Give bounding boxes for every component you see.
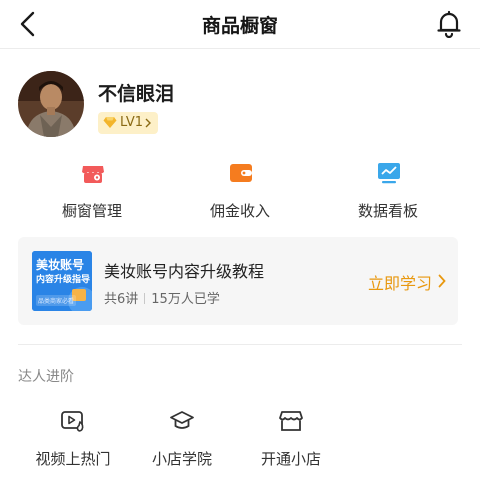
level-badge[interactable]: LV1 (98, 112, 158, 134)
quick-action-label: 橱窗管理 (61, 202, 122, 220)
tool-label: 视频上热门 (35, 450, 111, 468)
shop-gear-icon (82, 166, 104, 183)
quick-action-data-board[interactable]: 数据看板 (318, 160, 458, 222)
quick-action-label: 数据看板 (357, 202, 418, 220)
course-lessons: 共6讲 (104, 292, 139, 307)
bell-icon (437, 10, 461, 39)
chart-board-icon (378, 163, 400, 184)
tool-video-trending[interactable]: 视频上热门 (18, 408, 128, 468)
thumbnail-subtitle: 内容升级指导 (36, 275, 91, 285)
thumbnail-tag: 品类商家必看 (36, 295, 77, 306)
wallet-icon (230, 164, 252, 182)
section-divider (18, 344, 462, 345)
video-fire-icon (61, 411, 84, 432)
chevron-right-icon (438, 274, 446, 288)
quick-action-commission[interactable]: 佣金收入 (170, 160, 310, 222)
notification-button[interactable] (436, 10, 462, 39)
course-thumbnail: 美妆账号 内容升级指导 品类商家必看 (32, 251, 92, 311)
top-nav-bar: 商品橱窗 (0, 0, 480, 49)
username: 不信眼泪 (98, 83, 175, 105)
course-title: 美妆账号内容升级教程 (104, 262, 265, 281)
quick-action-label: 佣金收入 (209, 202, 270, 220)
learn-now-label: 立即学习 (368, 274, 433, 293)
learn-now-button[interactable]: 立即学习 (368, 270, 448, 293)
tool-label: 小店学院 (151, 450, 212, 468)
meta-divider (144, 293, 146, 304)
chevron-right-icon (145, 118, 151, 128)
course-meta: 共6讲 15万人已学 (104, 288, 220, 307)
quick-action-showcase-manage[interactable]: 橱窗管理 (22, 160, 162, 222)
course-learners: 15万人已学 (151, 292, 220, 307)
diamond-icon (103, 117, 117, 128)
thumbnail-title: 美妆账号 (36, 258, 85, 272)
avatar-photo (18, 71, 84, 137)
store-icon (279, 411, 303, 431)
tool-shop-academy[interactable]: 小店学院 (127, 408, 237, 468)
level-text: LV1 (120, 115, 143, 130)
tool-open-shop[interactable]: 开通小店 (236, 408, 346, 468)
avatar[interactable] (18, 71, 84, 137)
course-card[interactable]: 美妆账号 内容升级指导 品类商家必看 美妆账号内容升级教程 共6讲 15万人已学 … (18, 237, 458, 325)
tool-label: 开通小店 (260, 450, 321, 468)
section-title: 达人进阶 (18, 369, 74, 385)
graduation-cap-icon (170, 411, 194, 429)
page-title: 商品橱窗 (201, 15, 278, 37)
